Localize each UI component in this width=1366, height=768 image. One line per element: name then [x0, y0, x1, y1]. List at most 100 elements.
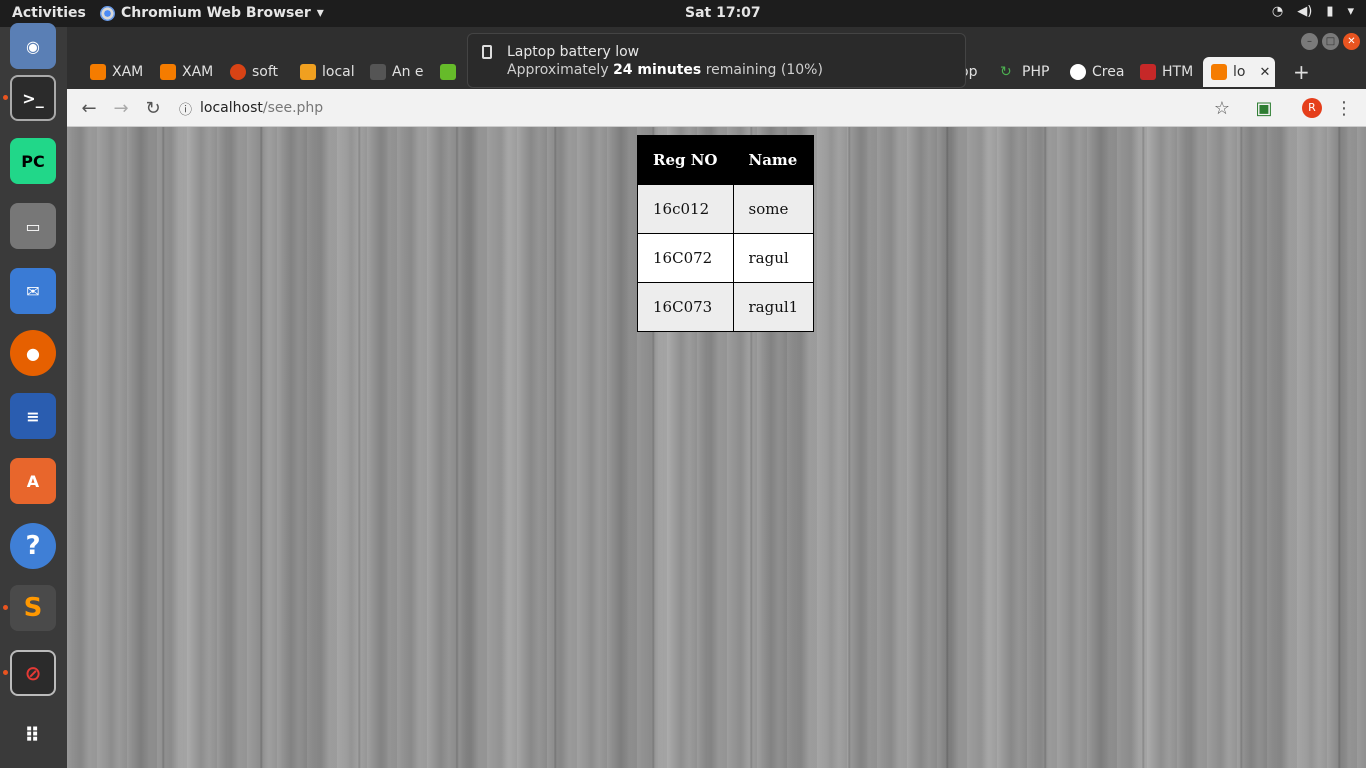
info-icon[interactable]: ⓘ: [179, 99, 192, 118]
tab-active[interactable]: lo ✕: [1203, 57, 1275, 87]
notification-body: Approximately 24 minutes remaining (10%): [507, 62, 823, 78]
maximize-icon: □: [1325, 36, 1336, 47]
wifi-icon: ◔: [1271, 4, 1284, 19]
running-indicator: [3, 95, 8, 100]
writer-launcher[interactable]: ≡: [10, 393, 56, 439]
tab[interactable]: local: [292, 57, 360, 87]
more-vert-icon: ⋮: [1335, 97, 1353, 119]
plus-icon: +: [1293, 60, 1310, 84]
notification-title: Laptop battery low: [507, 44, 640, 60]
tab-label: HTM: [1162, 64, 1194, 80]
system-top-bar: Activities Chromium Web Browser ▾ Sat 17…: [0, 0, 1366, 27]
help-launcher[interactable]: ?: [10, 523, 56, 569]
url-text: localhost/see.php: [200, 100, 323, 116]
tab[interactable]: Crea: [1062, 57, 1130, 87]
notification-prefix: Approximately: [507, 62, 609, 78]
phpmyadmin-icon: [300, 64, 316, 80]
sublime-icon: S: [23, 593, 43, 623]
chromium-icon: [100, 5, 115, 21]
close-button[interactable]: ✕: [1343, 33, 1360, 50]
tab-label: XAM: [182, 64, 214, 80]
maximize-button[interactable]: □: [1322, 33, 1339, 50]
software-launcher[interactable]: A: [10, 458, 56, 504]
grid-icon: ⠿: [24, 723, 42, 747]
terminal-launcher[interactable]: >_: [10, 75, 56, 121]
youtube-icon: [1140, 64, 1156, 80]
tab[interactable]: An e: [362, 57, 430, 87]
terminal-icon: >_: [22, 88, 44, 108]
running-indicator: [3, 670, 8, 675]
software-center-icon: A: [26, 471, 40, 491]
google-icon: [1070, 64, 1086, 80]
activities-button[interactable]: Activities: [12, 5, 86, 21]
browser-toolbar: ← → ↻ ⓘ localhost/see.php ☆ ▣ R ⋮: [67, 89, 1366, 127]
records-table: Reg NO Name 16c012 some 16C072 ragul 16C…: [637, 135, 815, 332]
thunderbird-icon: ✉: [26, 281, 40, 301]
xampp-icon: [160, 64, 176, 80]
tab-label: soft: [252, 64, 279, 80]
arrow-right-icon: →: [113, 97, 129, 119]
system-tray[interactable]: ◔ ◀) ▮ ▾: [1272, 4, 1354, 19]
app-menu[interactable]: Chromium Web Browser ▾: [100, 5, 324, 21]
table-cell-reg-no: 16C072: [637, 233, 734, 283]
tab[interactable]: XAM: [82, 57, 150, 87]
close-icon[interactable]: ✕: [1259, 65, 1270, 80]
table-cell-reg-no: 16C073: [637, 282, 734, 332]
page-content: Reg NO Name 16c012 some 16C072 ragul 16C…: [67, 127, 1366, 768]
thunderbird-launcher[interactable]: ✉: [10, 268, 56, 314]
browser-window: XAM XAM soft local An e op ↻ PHP Crea HTM…: [67, 27, 1366, 768]
battery-low-icon: [482, 45, 492, 59]
tab[interactable]: [432, 57, 462, 87]
pycharm-launcher[interactable]: PC: [10, 138, 56, 184]
minimize-button[interactable]: –: [1301, 33, 1318, 50]
column-header-reg-no: Reg NO: [637, 135, 734, 185]
notification-highlight: 24 minutes: [613, 62, 702, 78]
new-tab-button[interactable]: +: [1285, 57, 1315, 87]
dock: ◉ >_ PC ▭ ✉ ● ≡ A ? S ⊘ ⠿: [0, 23, 67, 768]
table-cell-name: ragul: [732, 233, 815, 283]
table-cell-name: some: [732, 184, 815, 234]
table-row: 16c012 some: [637, 184, 815, 234]
forward-button[interactable]: →: [110, 97, 132, 119]
address-bar[interactable]: ⓘ localhost/see.php: [179, 94, 323, 122]
firefox-launcher[interactable]: ●: [10, 330, 56, 376]
tab[interactable]: HTM: [1132, 57, 1200, 87]
table-cell-reg-no: 16c012: [637, 184, 734, 234]
tab[interactable]: XAM: [152, 57, 220, 87]
tab-label: PHP: [1022, 64, 1050, 80]
help-icon: ?: [25, 531, 41, 561]
back-button[interactable]: ←: [78, 97, 100, 119]
tab-label: local: [322, 64, 355, 80]
tab-label: Crea: [1092, 64, 1125, 80]
app-menu-label: Chromium Web Browser: [121, 5, 311, 21]
clock[interactable]: Sat 17:07: [685, 5, 761, 21]
tab[interactable]: ↻ PHP: [992, 57, 1060, 87]
table-row: 16C072 ragul: [637, 233, 815, 283]
avatar[interactable]: R: [1302, 98, 1322, 118]
writer-icon: ≡: [26, 406, 40, 426]
chromium-launcher[interactable]: ◉: [10, 23, 56, 69]
url-path: /see.php: [262, 100, 324, 116]
tab-label: An e: [392, 64, 424, 80]
notification-suffix: remaining (10%): [705, 62, 823, 78]
url-host: localhost: [200, 100, 263, 116]
table-cell-name: ragul1: [732, 282, 815, 332]
reload-button[interactable]: ↻: [142, 97, 164, 119]
no-entry-icon: ⊘: [24, 661, 42, 685]
table-header-row: Reg NO Name: [637, 135, 815, 185]
reload-icon: ↻: [145, 97, 161, 119]
blocked-app-launcher[interactable]: ⊘: [10, 650, 56, 696]
tab[interactable]: soft: [222, 57, 290, 87]
extension-button[interactable]: ▣: [1253, 97, 1275, 119]
show-applications-button[interactable]: ⠿: [10, 712, 56, 758]
star-icon: ☆: [1213, 97, 1231, 119]
bookmark-button[interactable]: ☆: [1211, 97, 1233, 119]
xampp-icon: [90, 64, 106, 80]
firefox-icon: ●: [26, 343, 40, 363]
volume-icon: ◀): [1297, 4, 1313, 19]
window-controls: – □ ✕: [1301, 33, 1360, 50]
menu-button[interactable]: ⋮: [1333, 97, 1355, 119]
battery-notification[interactable]: Laptop battery low Approximately 24 minu…: [467, 33, 966, 88]
sublime-launcher[interactable]: S: [10, 585, 56, 631]
files-launcher[interactable]: ▭: [10, 203, 56, 249]
